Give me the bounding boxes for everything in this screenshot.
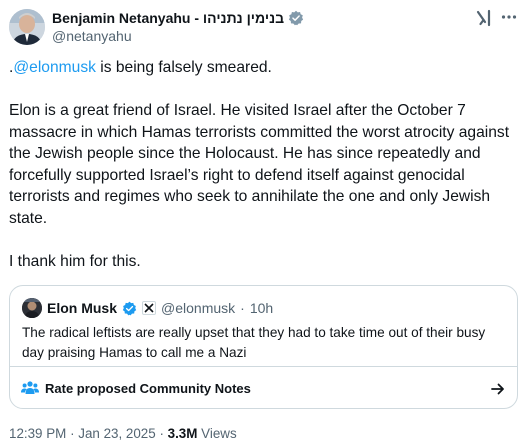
quoted-post-header: Elon Musk @elonmusk · 10h bbox=[22, 298, 273, 318]
mention-link[interactable]: @elonmusk bbox=[13, 59, 96, 76]
post-text: .@elonmusk is being falsely smeared. Elo… bbox=[9, 57, 515, 272]
post-line-suffix: is being falsely smeared. bbox=[95, 59, 272, 76]
post-time[interactable]: 12:39 PM bbox=[9, 426, 66, 441]
community-notes-bar[interactable]: Rate proposed Community Notes bbox=[10, 366, 517, 408]
author-handle[interactable]: @netanyahu bbox=[52, 28, 132, 44]
post-meta: 12:39 PM · Jan 23, 2025 · 3.3M Views bbox=[9, 425, 237, 443]
views-label: Views bbox=[201, 426, 237, 441]
quoted-author-handle: @elonmusk bbox=[161, 300, 236, 316]
post-paragraph-2: Elon is a great friend of Israel. He vis… bbox=[9, 102, 510, 227]
x-logo-icon bbox=[142, 301, 157, 315]
author-display-name[interactable]: Benjamin Netanyahu - בנימין נתניהו bbox=[52, 10, 284, 26]
verified-blue-icon bbox=[122, 301, 137, 316]
grok-icon[interactable] bbox=[476, 9, 494, 27]
meta-separator: · bbox=[159, 426, 164, 441]
arrow-right-icon[interactable] bbox=[490, 381, 506, 397]
community-notes-label[interactable]: Rate proposed Community Notes bbox=[45, 381, 251, 397]
quoted-author-name: Elon Musk bbox=[47, 300, 118, 316]
community-notes-icon bbox=[21, 380, 39, 396]
author-name-line[interactable]: Benjamin Netanyahu - בנימין נתניהו bbox=[52, 10, 304, 26]
quoted-separator: · bbox=[240, 300, 245, 316]
author-avatar[interactable] bbox=[9, 9, 45, 45]
more-icon[interactable] bbox=[500, 8, 518, 26]
post-paragraph-3: I thank him for this. bbox=[9, 252, 141, 270]
post-line-1: .@elonmusk is being falsely smeared. bbox=[9, 57, 515, 79]
post-header: Benjamin Netanyahu - בנימין נתניהו @neta… bbox=[0, 0, 525, 50]
quoted-post-text: The radical leftists are really upset th… bbox=[22, 325, 486, 360]
verified-gray-icon bbox=[288, 10, 304, 26]
views-count[interactable]: 3.3M bbox=[168, 426, 198, 441]
post-date[interactable]: Jan 23, 2025 bbox=[78, 426, 155, 441]
quoted-author-avatar bbox=[22, 298, 42, 318]
quoted-post[interactable]: Elon Musk @elonmusk · 10h The radical le… bbox=[9, 285, 518, 409]
quoted-time: 10h bbox=[249, 300, 274, 316]
meta-separator: · bbox=[70, 426, 75, 441]
